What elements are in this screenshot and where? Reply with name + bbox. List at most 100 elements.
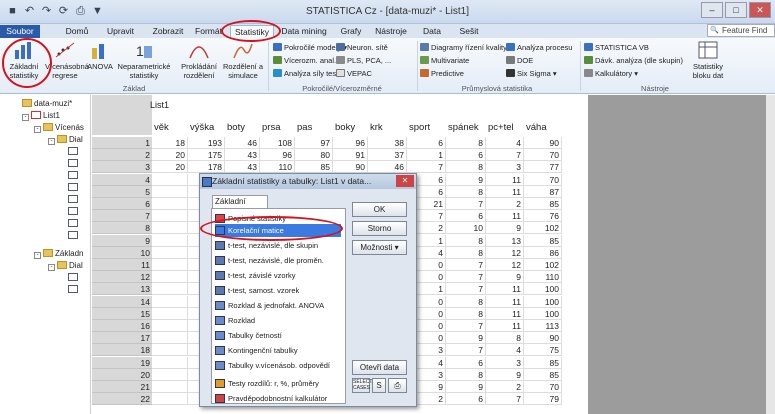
analysis-list-item[interactable]: Pravděpodobnostní kalkulátor [215, 392, 341, 405]
table-cell[interactable]: 8 [446, 368, 486, 381]
multiple-regression-button[interactable]: Vícenásobná regrese [45, 40, 89, 80]
row-header[interactable]: 17 [92, 332, 152, 345]
table-cell[interactable]: 90 [524, 137, 562, 149]
tab-nastroje[interactable]: Nástroje [372, 25, 410, 38]
row-header[interactable]: 2 [92, 149, 152, 162]
table-cell[interactable]: 110 [524, 271, 562, 284]
table-cell[interactable]: 8 [446, 137, 486, 149]
tree-doc[interactable] [68, 195, 80, 205]
table-cell[interactable]: 100 [524, 295, 562, 308]
table-cell[interactable]: 77 [524, 161, 562, 174]
table-cell[interactable]: 9 [486, 271, 524, 284]
table-cell[interactable]: 4 [486, 344, 524, 357]
predictive-button[interactable]: Predictive [420, 69, 464, 79]
table-cell[interactable]: 7 [446, 283, 486, 296]
feature-find-input[interactable]: Feature Find [707, 24, 775, 37]
table-cell[interactable]: 2 [486, 381, 524, 393]
table-cell[interactable]: 102 [524, 222, 562, 235]
table-cell[interactable]: 79 [524, 393, 562, 406]
analysis-list-item[interactable]: t-test, závislé vzorky [215, 269, 341, 282]
column-header[interactable]: pas [297, 122, 312, 134]
anova-button[interactable]: ANOVA [87, 40, 113, 71]
tree-item-vicenas[interactable]: - Vícenás [34, 123, 84, 133]
table-cell[interactable]: 20 [152, 161, 188, 174]
simulation-button[interactable]: Rozdělení a simulace [222, 40, 264, 80]
table-cell[interactable]: 11 [486, 320, 524, 332]
table-cell[interactable] [152, 173, 188, 186]
table-cell[interactable]: 8 [446, 161, 486, 174]
table-cell[interactable]: 85 [524, 234, 562, 247]
table-cell[interactable]: 4 [486, 137, 524, 149]
table-cell[interactable]: 85 [524, 368, 562, 381]
column-header[interactable]: boky [335, 122, 355, 134]
table-cell[interactable]: 7 [446, 320, 486, 332]
table-cell[interactable]: 6 [407, 137, 446, 149]
tree-doc[interactable] [68, 273, 80, 283]
table-cell[interactable] [152, 356, 188, 369]
table-cell[interactable]: 7 [446, 344, 486, 357]
column-header[interactable]: váha [526, 122, 547, 134]
tree-doc[interactable] [68, 231, 80, 241]
table-cell[interactable]: 37 [368, 149, 407, 162]
table-cell[interactable]: 85 [524, 198, 562, 210]
table-cell[interactable] [152, 246, 188, 259]
table-cell[interactable]: 12 [486, 259, 524, 271]
s-button[interactable]: S [372, 378, 386, 393]
analysis-list-item[interactable]: Kontingenční tabulky [215, 344, 341, 357]
multivariate-industrial-button[interactable]: Multivariate [420, 56, 469, 66]
table-cell[interactable]: 7 [446, 259, 486, 271]
table-cell[interactable]: 7 [446, 198, 486, 210]
tab-statistiky[interactable]: Statistiky [230, 25, 274, 38]
tree-doc[interactable] [68, 171, 80, 181]
table-cell[interactable] [152, 332, 188, 345]
table-cell[interactable]: 85 [524, 356, 562, 369]
quality-control-charts-menu[interactable]: Diagramy řízení kvality ▾ [420, 43, 513, 53]
column-header[interactable]: spánek [448, 122, 479, 134]
select-cases-button[interactable]: SELECT CASES [352, 378, 372, 393]
table-cell[interactable] [152, 307, 188, 320]
tree-item-dial[interactable]: - Dial [48, 135, 83, 145]
table-cell[interactable]: 193 [188, 137, 225, 149]
analysis-list-item[interactable]: Rozklad & jednofakt. ANOVA [215, 299, 341, 312]
tab-soubor[interactable]: Soubor [0, 25, 40, 38]
table-cell[interactable]: 10 [446, 222, 486, 235]
tab-basic-results[interactable]: Základní výsledky [212, 195, 268, 218]
table-cell[interactable]: 7 [486, 393, 524, 406]
collapse-icon[interactable]: - [34, 252, 41, 259]
table-cell[interactable]: 43 [225, 161, 260, 174]
block-statistics-button[interactable]: Statistiky bloku dat [687, 40, 729, 80]
statistica-vb-button[interactable]: STATISTICA VB [584, 43, 649, 53]
row-header[interactable]: 22 [92, 393, 152, 406]
table-cell[interactable]: 9 [486, 368, 524, 381]
analysis-list-item[interactable]: Tabulky četností [215, 329, 341, 342]
tree-doc[interactable] [68, 147, 80, 157]
analysis-list-item[interactable]: Korelační matice [215, 224, 341, 237]
row-header[interactable]: 3 [92, 161, 152, 174]
collapse-icon[interactable]: - [22, 114, 29, 121]
table-cell[interactable]: 70 [524, 381, 562, 393]
analysis-list-item[interactable]: Rozklad [215, 314, 341, 327]
row-header[interactable]: 7 [92, 210, 152, 223]
table-cell[interactable]: 75 [524, 344, 562, 357]
multivariate-menu[interactable]: Vícerozm. anal. ▾ [273, 56, 342, 66]
tree-doc[interactable] [68, 183, 80, 193]
row-header[interactable]: 20 [92, 368, 152, 381]
row-header[interactable]: 9 [92, 234, 152, 247]
table-cell[interactable] [152, 368, 188, 381]
row-header[interactable]: 16 [92, 320, 152, 332]
table-cell[interactable] [152, 381, 188, 393]
table-cell[interactable]: 7 [407, 161, 446, 174]
table-cell[interactable]: 85 [295, 161, 333, 174]
table-cell[interactable]: 9 [486, 222, 524, 235]
row-header[interactable]: 12 [92, 271, 152, 284]
row-header[interactable]: 13 [92, 283, 152, 296]
tab-sesit[interactable]: Sešit [455, 25, 483, 38]
table-cell[interactable]: 11 [486, 283, 524, 296]
table-cell[interactable] [152, 393, 188, 406]
table-cell[interactable]: 80 [295, 149, 333, 162]
table-cell[interactable]: 20 [152, 149, 188, 162]
table-cell[interactable]: 70 [524, 173, 562, 186]
analysis-list-item[interactable]: t-test, samost. vzorek [215, 284, 341, 297]
table-cell[interactable] [152, 234, 188, 247]
table-cell[interactable]: 110 [260, 161, 295, 174]
